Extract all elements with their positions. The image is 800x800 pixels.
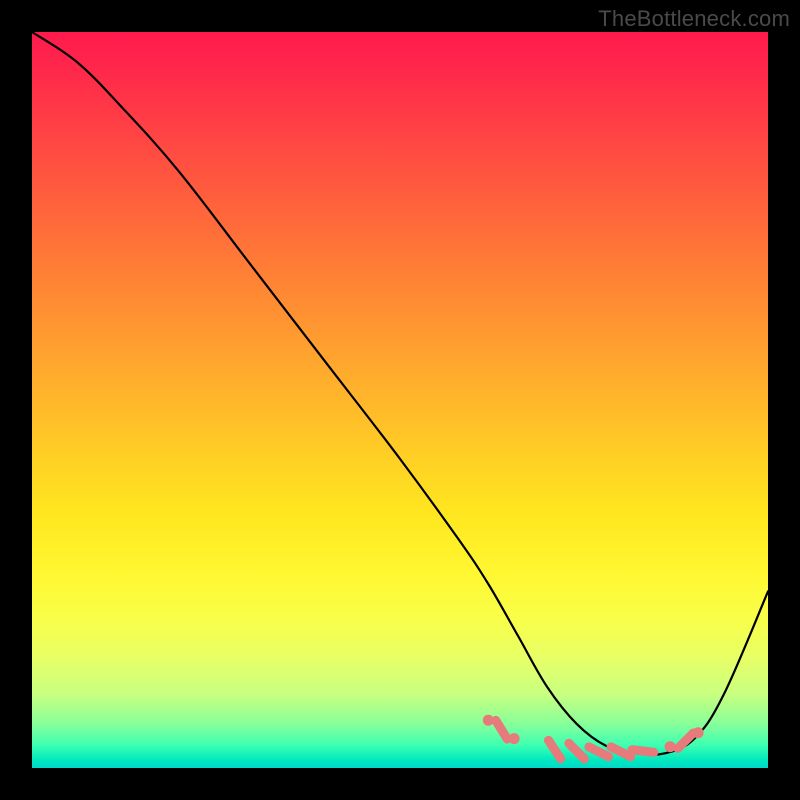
- chart-svg: [32, 32, 768, 768]
- marker-dash: [678, 733, 694, 749]
- marker-dash: [496, 720, 508, 739]
- marker-dash: [632, 750, 654, 753]
- marker-dash: [569, 743, 585, 759]
- watermark-text: TheBottleneck.com: [598, 6, 790, 32]
- marker-dot: [693, 727, 704, 738]
- marker-dot: [509, 733, 520, 744]
- marker-dash: [589, 747, 609, 757]
- marker-dash: [611, 747, 631, 757]
- plot-background: [32, 32, 768, 768]
- marker-dash: [549, 740, 561, 758]
- curve-line: [32, 32, 768, 755]
- chart-frame: TheBottleneck.com: [0, 0, 800, 800]
